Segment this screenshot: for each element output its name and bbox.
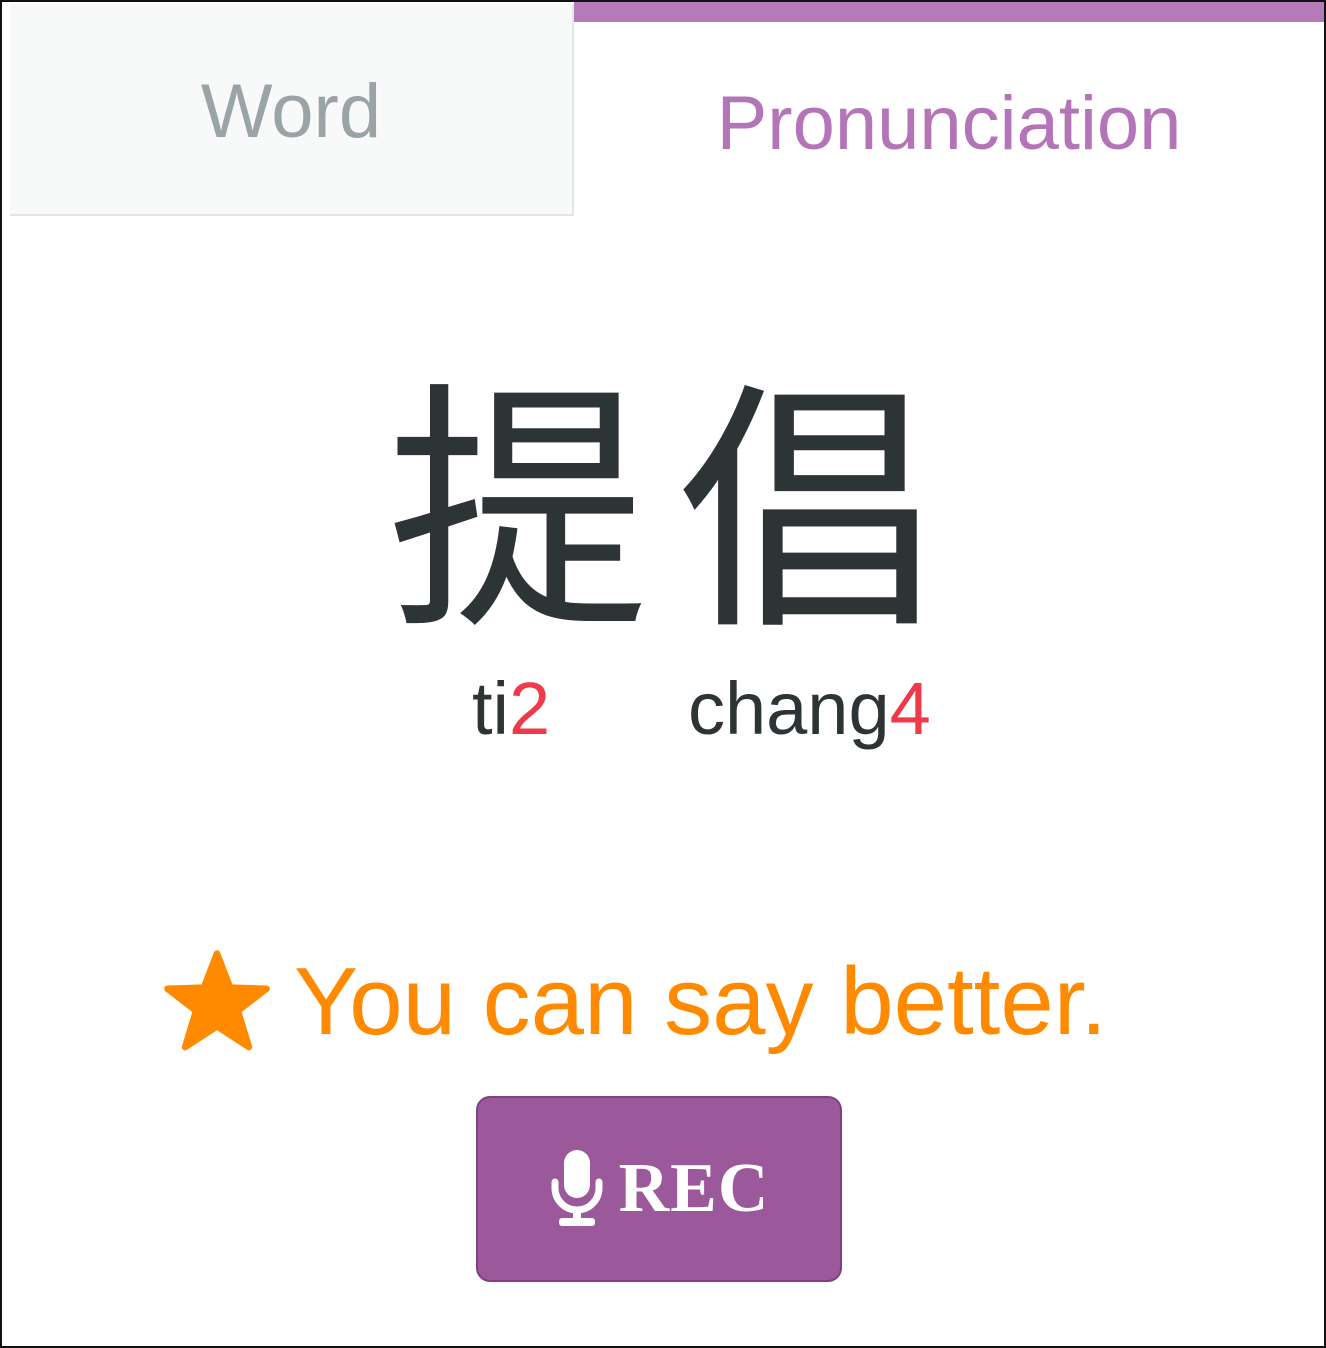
character-2: 倡 bbox=[677, 361, 939, 666]
tab-bar: Word Pronunciation bbox=[2, 2, 1324, 216]
tab-word[interactable]: Word bbox=[10, 4, 574, 216]
pinyin-1-syllable: ti bbox=[472, 667, 509, 750]
pinyin-2-tone: 4 bbox=[889, 667, 931, 750]
app-frame: Word Pronunciation 提 倡 ti2 chang4 You ca… bbox=[0, 0, 1326, 1348]
tab-word-label: Word bbox=[200, 68, 382, 154]
pinyin-1-tone: 2 bbox=[509, 667, 551, 750]
pinyin-1: ti2 bbox=[472, 664, 550, 754]
tab-pronunciation[interactable]: Pronunciation bbox=[574, 2, 1324, 216]
rec-button[interactable]: REC bbox=[476, 1096, 842, 1282]
pinyin-2-syllable: chang bbox=[688, 667, 890, 750]
tab-pronunciation-label: Pronunciation bbox=[716, 80, 1182, 166]
character-1: 提 bbox=[387, 361, 649, 666]
microphone-icon bbox=[551, 1150, 603, 1226]
pinyin-2: chang4 bbox=[688, 664, 931, 754]
word-characters: 提 倡 bbox=[2, 374, 1324, 654]
pinyin-row: ti2 chang4 bbox=[2, 664, 1324, 754]
feedback-text: You can say better. bbox=[294, 948, 1108, 1055]
rec-button-label: REC bbox=[618, 1150, 770, 1227]
star-icon bbox=[164, 950, 270, 1051]
feedback-message: You can say better. bbox=[162, 942, 1262, 1062]
